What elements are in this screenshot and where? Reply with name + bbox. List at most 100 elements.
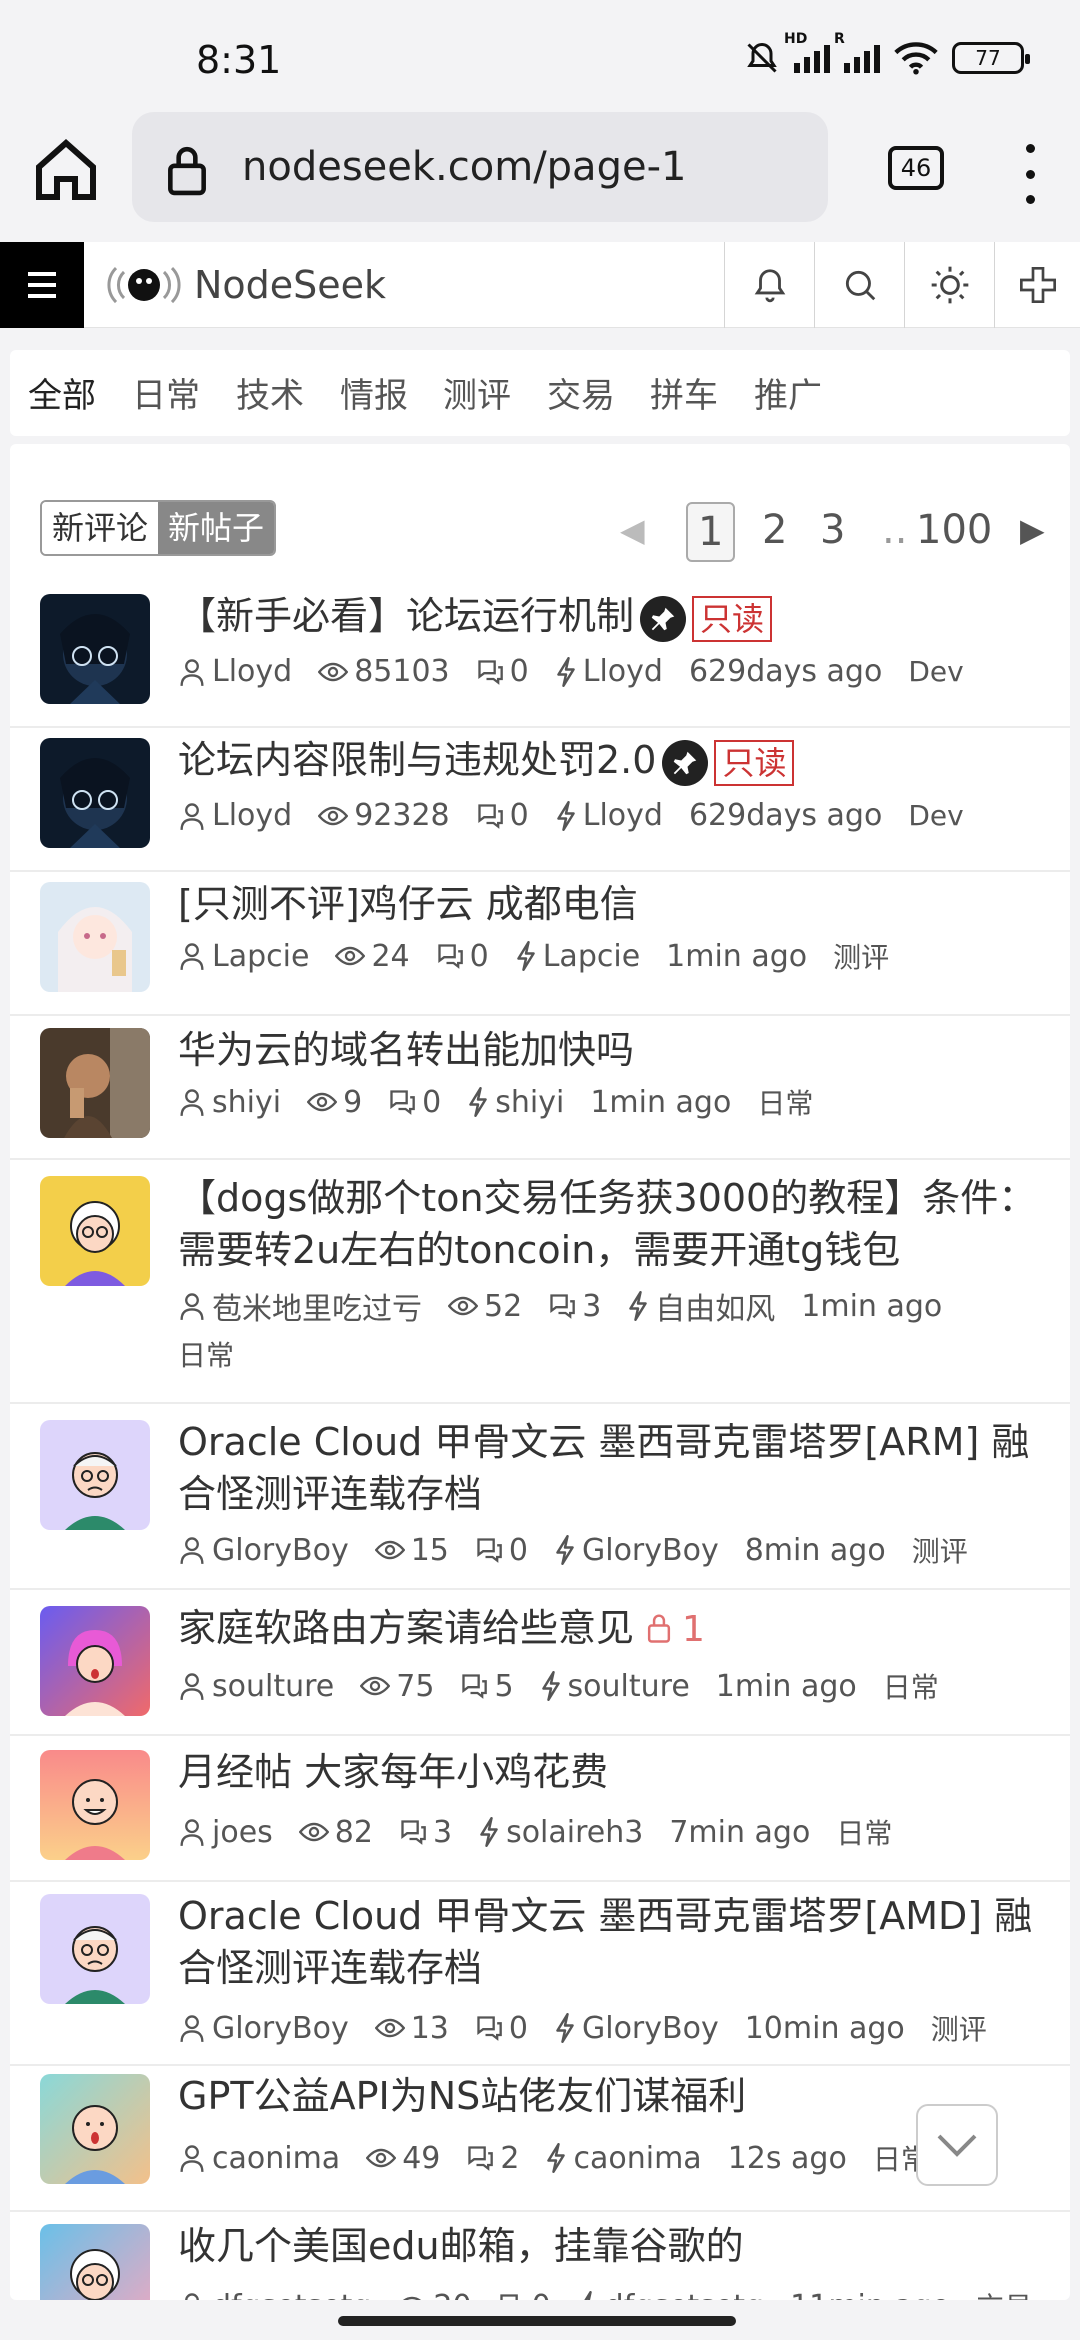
sort-new-posts-tab[interactable]: 新帖子 (158, 502, 275, 554)
author-name[interactable]: Lapcie (212, 939, 309, 974)
last-reply-user[interactable]: soulture (540, 1669, 690, 1704)
page-link-2[interactable]: 2 (762, 502, 787, 558)
post-title[interactable]: 月经帖 大家每年小鸡花费 (178, 1746, 1048, 1798)
post-title[interactable]: 【dogs做那个ton交易任务获3000的教程】条件：需要转2u左右的tonco… (178, 1172, 1048, 1276)
anime-glasses-avatar[interactable] (40, 738, 150, 848)
last-reply-user[interactable]: Lapcie (515, 939, 640, 974)
last-reply-user[interactable]: Lloyd (555, 798, 663, 833)
post-row[interactable]: 【新手必看】论坛运行机制 只读 Lloyd 85103 0 Lloyd 629da… (10, 584, 1070, 728)
cartoon-bald-avatar[interactable] (40, 1750, 150, 1860)
category-tab-daily[interactable]: 日常 (132, 368, 200, 417)
author-name[interactable]: Lloyd (212, 654, 292, 689)
address-bar[interactable]: nodeseek.com/page-1 (132, 112, 828, 222)
browser-menu-button[interactable] (1020, 144, 1040, 204)
post-title[interactable]: Oracle Cloud 甲骨文云 墨西哥克雷塔罗[ARM] 融合怪测评连载存档 (178, 1416, 1048, 1520)
author-name[interactable]: 苞米地里吃过亏 (212, 1284, 422, 1328)
last-reply-name[interactable]: GloryBoy (582, 2011, 719, 2046)
last-reply-user[interactable]: solaireh3 (478, 1815, 643, 1850)
post-title[interactable]: 【新手必看】论坛运行机制 只读 (178, 590, 1048, 642)
last-reply-name[interactable]: Lapcie (543, 939, 640, 974)
author-name[interactable]: GloryBoy (212, 1533, 349, 1568)
category-tag[interactable]: 日常 (757, 1082, 813, 1122)
cartoon-oldman-avatar[interactable] (40, 1420, 150, 1530)
category-tab-review[interactable]: 测评 (443, 368, 511, 417)
last-reply-name[interactable]: Lloyd (583, 798, 663, 833)
post-row[interactable]: 论坛内容限制与违规处罚2.0 只读 Lloyd 92328 0 Lloyd 629… (10, 728, 1070, 872)
category-tag[interactable]: Dev (908, 799, 963, 832)
theme-toggle-button[interactable] (904, 242, 994, 328)
cartoon-oldman-avatar[interactable] (40, 1894, 150, 2004)
cartoon-grandma-avatar[interactable] (40, 1176, 150, 1286)
post-title-text[interactable]: 月经帖 大家每年小鸡花费 (178, 1750, 608, 1794)
tab-switcher-button[interactable]: 46 (888, 146, 944, 190)
last-reply-name[interactable]: dfgsetsetg (605, 2289, 764, 2301)
last-reply-name[interactable]: soulture (568, 1669, 690, 1704)
post-row[interactable]: 华为云的域名转出能加快吗 shiyi 9 0 shiyi 1min ago 日常 (10, 1016, 1070, 1160)
category-tab-carpool[interactable]: 拼车 (650, 368, 718, 417)
author-name[interactable]: caonima (212, 2141, 340, 2176)
cartoon-surprised-avatar[interactable] (40, 2074, 150, 2184)
post-row[interactable]: GPT公益API为NS站佬友们谋福利 caonima 49 2 caonima … (10, 2066, 1070, 2212)
last-reply-name[interactable]: caonima (573, 2141, 701, 2176)
sort-new-comments-tab[interactable]: 新评论 (42, 502, 159, 554)
last-reply-name[interactable]: GloryBoy (582, 1533, 719, 1568)
category-tag[interactable]: 测评 (931, 2008, 987, 2048)
author-name[interactable]: shiyi (212, 1085, 281, 1120)
post-title[interactable]: 收几个美国edu邮箱，挂靠谷歌的 (178, 2220, 1048, 2272)
post-title-text[interactable]: 家庭软路由方案请给些意见 (178, 1606, 634, 1650)
category-tab-all[interactable]: 全部 (28, 368, 96, 417)
category-tab-info[interactable]: 情报 (340, 368, 408, 417)
new-post-button[interactable] (994, 242, 1080, 328)
notification-button[interactable] (724, 242, 814, 328)
post-title[interactable]: 华为云的域名转出能加快吗 (178, 1024, 1048, 1076)
author-link[interactable]: soulture (178, 1669, 334, 1704)
post-row[interactable]: 月经帖 大家每年小鸡花费 joes 82 3 solaireh3 7min ag… (10, 1736, 1070, 1882)
search-button[interactable] (814, 242, 904, 328)
post-title-text[interactable]: 论坛内容限制与违规处罚2.0 (178, 738, 656, 782)
menu-icon[interactable] (0, 242, 84, 328)
author-name[interactable]: soulture (212, 1669, 334, 1704)
last-reply-user[interactable]: shiyi (467, 1085, 564, 1120)
last-reply-name[interactable]: 自由如风 (655, 1284, 775, 1328)
post-row[interactable]: Oracle Cloud 甲骨文云 墨西哥克雷塔罗[ARM] 融合怪测评连载存档… (10, 1404, 1070, 1590)
category-tag[interactable]: Dev (908, 655, 963, 688)
post-title-text[interactable]: Oracle Cloud 甲骨文云 墨西哥克雷塔罗[ARM] 融合怪测评连载存档 (178, 1420, 1029, 1516)
author-link[interactable]: 苞米地里吃过亏 (178, 1284, 422, 1328)
category-tag[interactable]: 交易 (976, 2286, 1032, 2300)
site-logo[interactable]: NodeSeek (104, 262, 386, 308)
author-link[interactable]: dfgsetsetg (178, 2289, 371, 2301)
author-link[interactable]: GloryBoy (178, 2011, 349, 2046)
home-icon[interactable] (30, 134, 102, 206)
last-reply-user[interactable]: caonima (545, 2141, 702, 2176)
category-tag[interactable]: 日常 (178, 1334, 234, 1374)
post-row[interactable]: 家庭软路由方案请给些意见 1 soulture 75 5 soulture 1mi… (10, 1590, 1070, 1736)
author-name[interactable]: dfgsetsetg (212, 2289, 371, 2301)
post-title[interactable]: Oracle Cloud 甲骨文云 墨西哥克雷塔罗[AMD] 融合怪测评连载存档 (178, 1890, 1048, 1994)
page-link-last[interactable]: 100 (916, 502, 992, 558)
author-name[interactable]: joes (212, 1815, 273, 1850)
post-title[interactable]: 家庭软路由方案请给些意见 1 (178, 1602, 1048, 1657)
author-link[interactable]: GloryBoy (178, 1533, 349, 1568)
author-name[interactable]: Lloyd (212, 798, 292, 833)
scroll-down-button[interactable] (916, 2104, 998, 2186)
last-reply-user[interactable]: dfgsetsetg (577, 2289, 764, 2301)
author-link[interactable]: Lloyd (178, 654, 292, 689)
post-row[interactable]: [只测不评]鸡仔云 成都电信 Lapcie 24 0 Lapcie 1min a… (10, 872, 1070, 1016)
last-reply-name[interactable]: Lloyd (583, 654, 663, 689)
post-title[interactable]: [只测不评]鸡仔云 成都电信 (178, 878, 1048, 930)
post-row[interactable]: 收几个美国edu邮箱，挂靠谷歌的 dfgsetsetg 20 0 dfgsets… (10, 2212, 1070, 2300)
category-tab-promo[interactable]: 推广 (754, 368, 822, 417)
post-row[interactable]: 【dogs做那个ton交易任务获3000的教程】条件：需要转2u左右的tonco… (10, 1160, 1070, 1404)
prev-page-icon[interactable]: ◀ (620, 502, 645, 558)
anime-girl-avatar[interactable] (40, 882, 150, 992)
last-reply-user[interactable]: Lloyd (555, 654, 663, 689)
post-title[interactable]: 论坛内容限制与违规处罚2.0 只读 (178, 734, 1048, 786)
author-link[interactable]: shiyi (178, 1085, 281, 1120)
author-link[interactable]: joes (178, 1815, 273, 1850)
category-tag[interactable]: 日常 (836, 1812, 892, 1852)
author-link[interactable]: Lloyd (178, 798, 292, 833)
post-title-text[interactable]: GPT公益API为NS站佬友们谋福利 (178, 2074, 746, 2118)
cartoon-pinkhair-avatar[interactable] (40, 1606, 150, 1716)
last-reply-user[interactable]: GloryBoy (554, 1533, 719, 1568)
post-title-text[interactable]: 收几个美国edu邮箱，挂靠谷歌的 (178, 2224, 744, 2268)
